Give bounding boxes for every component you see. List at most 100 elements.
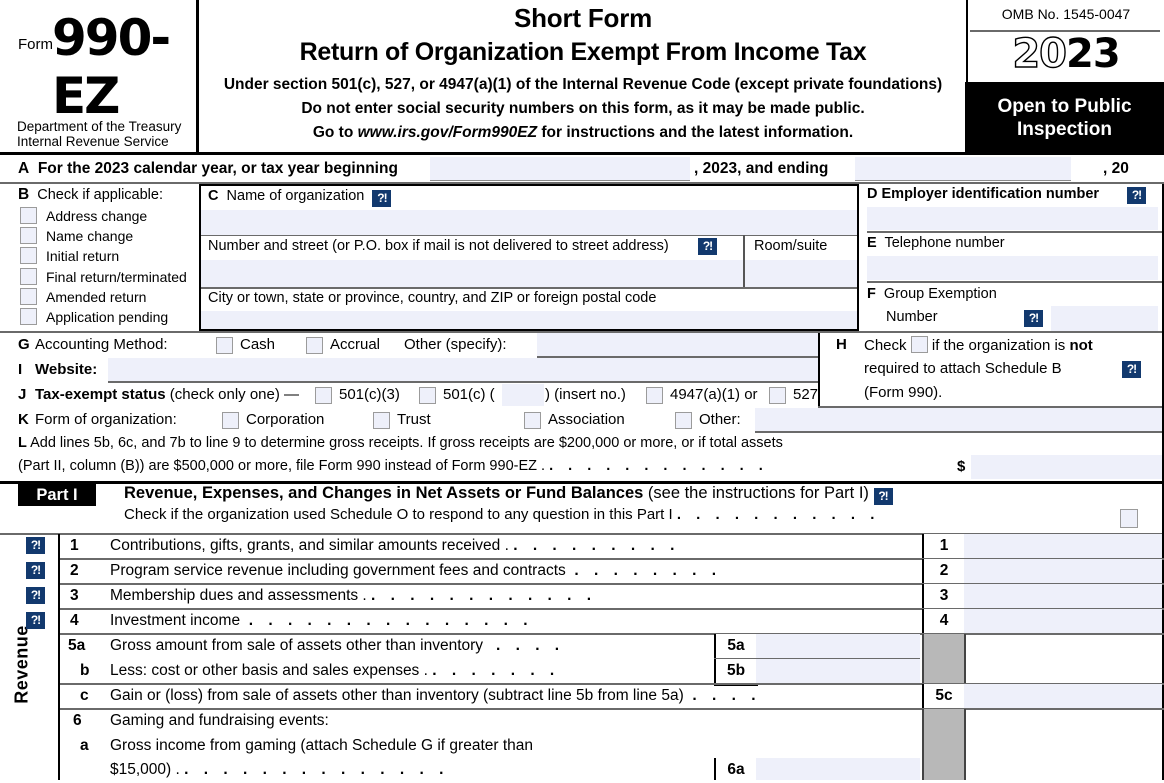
accounting-method-other-input[interactable] bbox=[537, 333, 818, 356]
department-line-1: Department of the Treasury bbox=[17, 119, 182, 134]
organization-name-input[interactable] bbox=[201, 210, 857, 236]
checkbox-box-icon[interactable] bbox=[646, 387, 663, 404]
street-address-input[interactable] bbox=[201, 260, 743, 288]
line-amount-input[interactable] bbox=[964, 684, 1162, 709]
checkbox-box-icon[interactable] bbox=[20, 307, 37, 325]
checkbox-box-icon[interactable] bbox=[769, 387, 786, 404]
insert-number-input[interactable] bbox=[502, 384, 544, 406]
city-state-zip-input[interactable] bbox=[201, 311, 857, 329]
checkbox-box-icon[interactable] bbox=[20, 207, 37, 224]
help-icon[interactable]: ?! bbox=[1127, 187, 1146, 204]
line-amount-input[interactable] bbox=[756, 659, 920, 684]
line-cell-number: 1 bbox=[922, 534, 966, 559]
line-description-text: Investment income bbox=[110, 612, 241, 629]
checkbox-corporation[interactable] bbox=[222, 412, 239, 431]
row-a-label: A For the 2023 calendar year, or tax yea… bbox=[18, 160, 398, 178]
checkbox-trust[interactable] bbox=[373, 412, 390, 431]
help-icon[interactable]: ?! bbox=[26, 587, 45, 604]
line-amount-input[interactable] bbox=[756, 634, 920, 659]
line-amount-input[interactable] bbox=[756, 758, 920, 780]
street-address-label: Number and street (or P.O. box if mail i… bbox=[208, 238, 669, 254]
group-exemption-label-1: F Group Exemption bbox=[867, 286, 997, 302]
tax-year-beginning-input[interactable] bbox=[430, 157, 690, 181]
checkbox-final-return-terminated[interactable]: Final return/terminated bbox=[20, 267, 187, 288]
line-amount-input[interactable] bbox=[964, 534, 1162, 559]
checkbox-box-icon[interactable] bbox=[216, 337, 233, 354]
checkbox-box-icon[interactable] bbox=[524, 412, 541, 429]
checkbox-schedule-o[interactable] bbox=[1120, 509, 1138, 528]
row-l-letter: L bbox=[18, 435, 27, 451]
checkbox-other-org-type[interactable] bbox=[675, 412, 692, 431]
ein-input[interactable] bbox=[867, 207, 1158, 230]
help-icon[interactable]: ?! bbox=[372, 190, 392, 207]
group-exemption-number-input[interactable] bbox=[1051, 306, 1158, 331]
schedule-o-leader-dots: . . . . . . . . . . . bbox=[676, 506, 880, 523]
other-specify-label: Other (specify): bbox=[404, 336, 507, 353]
checkbox-box-icon[interactable] bbox=[222, 412, 239, 429]
checkbox-label: Address change bbox=[46, 208, 148, 224]
part-i-badge: Part I bbox=[18, 484, 96, 506]
checkbox-box-icon[interactable] bbox=[306, 337, 323, 354]
line-item-6: 6 Gaming and fundraising events: bbox=[0, 709, 1164, 734]
checkbox-initial-return[interactable]: Initial return bbox=[20, 247, 187, 267]
line-amount-input[interactable] bbox=[964, 559, 1162, 584]
checkbox-association[interactable] bbox=[524, 412, 541, 431]
line-description-text: Contributions, gifts, grants, and simila… bbox=[110, 537, 509, 554]
line-description: Program service revenue including govern… bbox=[110, 562, 722, 580]
row-a-letter: A bbox=[18, 160, 30, 177]
room-suite-input[interactable] bbox=[745, 260, 857, 288]
tax-year-ending-input[interactable] bbox=[855, 157, 1071, 181]
gross-receipts-input[interactable] bbox=[971, 455, 1162, 479]
checkbox-4947a1[interactable] bbox=[646, 387, 663, 406]
line-number: 4 bbox=[70, 612, 79, 629]
line-number: 1 bbox=[70, 537, 79, 554]
checkbox-not-required-schedule-b[interactable] bbox=[910, 336, 928, 353]
checkbox-accrual[interactable] bbox=[306, 337, 323, 356]
checkbox-501c[interactable] bbox=[419, 387, 436, 406]
help-icon[interactable]: ?! bbox=[873, 488, 893, 505]
header-bottom-rule bbox=[0, 152, 1164, 155]
help-icon[interactable]: ?! bbox=[1024, 310, 1043, 327]
checkbox-box-icon[interactable] bbox=[20, 247, 37, 265]
line-leader-dots: . . . . bbox=[495, 637, 565, 654]
line-description-text: Gain or (loss) from sale of assets other… bbox=[110, 687, 684, 704]
line-description-text: Program service revenue including govern… bbox=[110, 562, 566, 579]
line-leader-dots: . . . . . . . . . . . . bbox=[371, 587, 597, 604]
irs-url-link[interactable]: www.irs.gov/Form990EZ bbox=[358, 124, 537, 141]
telephone-input[interactable] bbox=[867, 256, 1158, 280]
checkbox-cash[interactable] bbox=[216, 337, 233, 356]
row-j-label-bold: Tax-exempt status bbox=[35, 386, 166, 403]
help-icon[interactable]: ?! bbox=[26, 537, 45, 554]
organization-type-other-input[interactable] bbox=[755, 408, 1164, 431]
checkbox-box-icon[interactable] bbox=[20, 287, 37, 305]
help-icon[interactable]: ?! bbox=[1122, 361, 1141, 378]
checkbox-box-icon[interactable] bbox=[373, 412, 390, 429]
block-h-line-3: (Form 990). bbox=[864, 384, 943, 401]
block-e-letter: E bbox=[867, 235, 877, 251]
checkbox-name-change[interactable]: Name change bbox=[20, 227, 187, 247]
checkbox-corporation-label: Corporation bbox=[246, 411, 325, 428]
checkbox-box-icon[interactable] bbox=[675, 412, 692, 429]
block-d-label-text: Employer identification number bbox=[881, 186, 1100, 202]
part-i-title-rest: (see the instructions for Part I) bbox=[647, 484, 869, 502]
checkbox-box-icon[interactable] bbox=[20, 227, 37, 245]
block-h-line-2: required to attach Schedule B bbox=[864, 360, 1062, 377]
help-icon[interactable]: ?! bbox=[26, 562, 45, 579]
line-description: Membership dues and assessments . . . . … bbox=[110, 587, 597, 605]
checkbox-527[interactable] bbox=[769, 387, 786, 406]
website-input[interactable] bbox=[108, 358, 818, 381]
checkbox-box-icon[interactable] bbox=[20, 267, 37, 285]
line-amount-input[interactable] bbox=[964, 609, 1162, 634]
block-b-caption: B Check if applicable: bbox=[18, 186, 163, 204]
row-j-label: Tax-exempt status (check only one) — bbox=[35, 386, 299, 403]
checkbox-address-change[interactable]: Address change bbox=[20, 207, 187, 227]
checkbox-box-icon[interactable] bbox=[315, 387, 332, 404]
checkbox-amended-return[interactable]: Amended return bbox=[20, 287, 187, 308]
line-amount-input[interactable] bbox=[964, 584, 1162, 609]
checkbox-application-pending[interactable]: Application pending bbox=[20, 307, 187, 328]
checkbox-box-icon[interactable] bbox=[419, 387, 436, 404]
row-j-label-rest: (check only one) — bbox=[169, 386, 300, 403]
help-icon[interactable]: ?! bbox=[26, 612, 45, 629]
checkbox-501c3[interactable] bbox=[315, 387, 332, 406]
help-icon[interactable]: ?! bbox=[698, 238, 717, 255]
